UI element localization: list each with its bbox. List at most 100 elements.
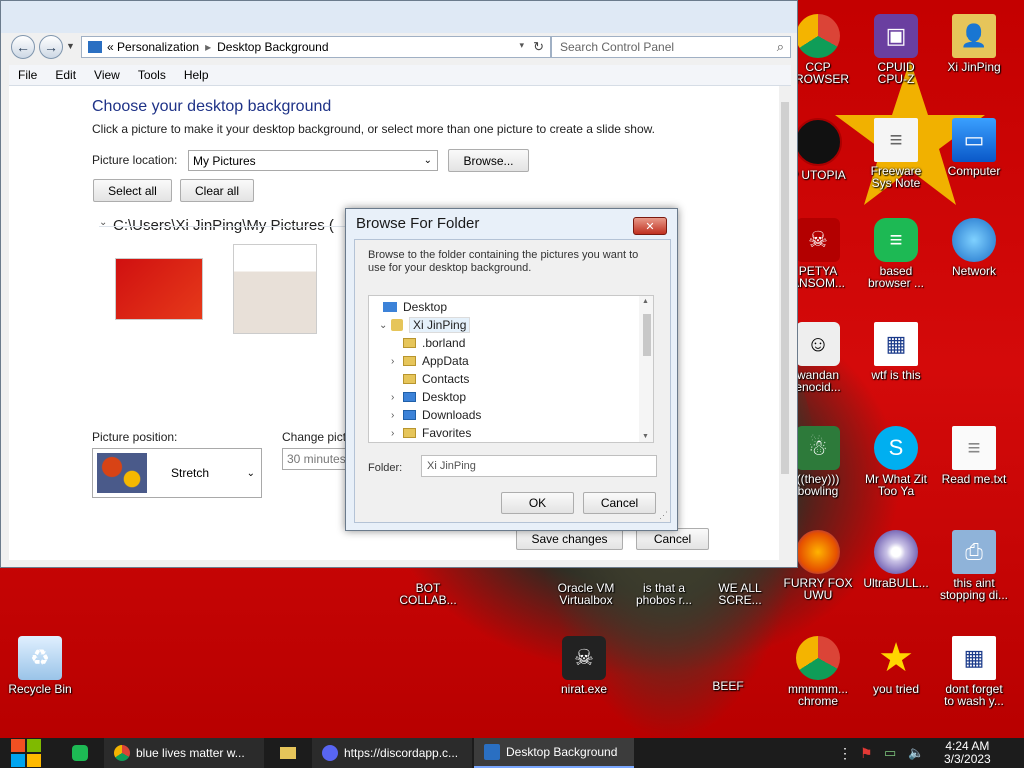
search-input[interactable]: Search Control Panel ⌕ [551, 36, 791, 58]
desktop-icon-based-browser[interactable]: ≡ based browser ... [858, 218, 934, 289]
meme-icon: ☺ [796, 322, 840, 366]
desktop-icon-phobos[interactable]: is that a phobos r... [626, 582, 702, 606]
taskbar-item-desktop-background[interactable]: Desktop Background [474, 738, 634, 768]
folder-icon [403, 428, 416, 438]
network-tray-icon[interactable]: ▭ [884, 738, 896, 768]
scroll-up-icon[interactable]: ▲ [642, 298, 649, 305]
chrome-icon [114, 745, 130, 761]
desktop-icon-label: BEEF [712, 679, 744, 693]
taskbar-app-green[interactable] [72, 738, 94, 768]
search-icon[interactable]: ⌕ [777, 39, 784, 55]
browse-button[interactable]: Browse... [448, 149, 529, 172]
resize-grip-icon[interactable]: ⋰ [659, 510, 668, 521]
menu-file[interactable]: File [9, 68, 46, 82]
save-changes-button[interactable]: Save changes [516, 528, 623, 550]
desktop-icon-computer[interactable]: ▭ Computer [936, 118, 1012, 177]
desktop-icon-virtualbox[interactable]: Oracle VM Virtualbox [548, 582, 624, 606]
tree-item-contacts[interactable]: Contacts [403, 370, 469, 388]
menu-help[interactable]: Help [175, 68, 218, 82]
flag-icon[interactable]: ⚑ [860, 738, 873, 768]
chevron-down-icon[interactable]: ⌄ [379, 320, 391, 331]
desktop-icon-freeware[interactable]: ≡ Freeware Sys Note [858, 118, 934, 189]
desktop-icon-beef[interactable]: BEEF [690, 680, 766, 692]
document-icon: ≡ [874, 118, 918, 162]
taskbar-item-browser[interactable]: blue lives matter w... [104, 738, 264, 768]
start-button[interactable] [10, 738, 42, 768]
desktop-icon-cpuz[interactable]: ▣ CPUID CPU-Z [858, 14, 934, 85]
menu-edit[interactable]: Edit [46, 68, 85, 82]
desktop-icon-chrome[interactable]: mmmmm... chrome [780, 636, 856, 707]
picture-location-select[interactable]: My Pictures ⌄ [188, 150, 438, 171]
desktop-icon-label: BOT COLLAB... [399, 581, 457, 607]
ok-button[interactable]: OK [501, 492, 574, 514]
cancel-button[interactable]: Cancel [636, 528, 709, 550]
based-browser-icon [72, 745, 88, 761]
folder-input[interactable]: Xi JinPing [421, 455, 657, 477]
scrollbar-thumb[interactable] [781, 102, 789, 474]
desktop-icon-readme[interactable]: ≡ Read me.txt [936, 426, 1012, 485]
tree-item-downloads[interactable]: › Downloads [391, 406, 481, 424]
arrow-right-icon: → [44, 39, 58, 55]
volume-icon[interactable]: 🔈 [908, 738, 924, 768]
tree-item-desktop[interactable]: Desktop [383, 298, 447, 316]
taskbar-item-discord[interactable]: https://discordapp.c... [312, 738, 472, 768]
tree-scrollbar[interactable]: ▲ ▼ [639, 296, 653, 442]
address-field[interactable]: « Personalization ▸ Desktop Background ▾… [81, 36, 551, 58]
desktop-icon-wtf[interactable]: ▦ wtf is this [858, 322, 934, 381]
dialog-close-button[interactable]: ✕ [633, 217, 667, 235]
forward-button[interactable]: → [39, 35, 63, 59]
desktop-icon-recycle-bin[interactable]: ♻ Recycle Bin [2, 636, 78, 695]
change-picture-select[interactable]: 30 minutes [282, 448, 352, 470]
picture-position-select[interactable]: Stretch ⌄ [92, 448, 262, 498]
recent-pages-chevron-icon[interactable]: ▼ [66, 41, 75, 51]
tree-item-label: Xi JinPing [409, 317, 471, 333]
browse-for-folder-dialog: Browse For Folder ✕ Browse to the folder… [345, 208, 678, 531]
desktop-icon-skype[interactable]: S Mr What Zit Too Ya [858, 426, 934, 497]
desktop-icon-you-tried[interactable]: ★ you tried [858, 636, 934, 695]
picture-position-value: Stretch [171, 466, 210, 480]
desktop-icon-installer[interactable]: ⎙ this aint stopping di... [936, 530, 1012, 601]
content-scrollbar[interactable] [779, 86, 791, 560]
desktop-icon-label: wtf is this [871, 368, 921, 382]
tree-item-favorites[interactable]: › Favorites [391, 424, 471, 442]
refresh-icon[interactable]: ↻ [533, 39, 544, 55]
chevron-right-icon[interactable]: › [391, 392, 403, 403]
taskbar: blue lives matter w... https://discordap… [0, 738, 1024, 768]
breadcrumb-desktop-background[interactable]: Desktop Background [217, 40, 328, 54]
desktop-icon-dont-forget[interactable]: ▦ dont forget to wash y... [936, 636, 1012, 707]
window-titlebar[interactable] [1, 1, 797, 33]
breadcrumb-personalization[interactable]: Personalization [117, 40, 199, 54]
tree-item-xi-jinping[interactable]: ⌄ Xi JinPing [369, 316, 471, 334]
skull-exe-icon: ☠ [562, 636, 606, 680]
menu-bar: File Edit View Tools Help [9, 65, 791, 85]
wallpaper-thumbnail-2[interactable] [233, 244, 317, 334]
tree-item-appdata[interactable]: › AppData [391, 352, 469, 370]
address-dropdown-icon[interactable]: ▾ [519, 40, 524, 51]
picture-location-label: Picture location: [92, 153, 178, 167]
dialog-cancel-button[interactable]: Cancel [583, 492, 656, 514]
menu-tools[interactable]: Tools [129, 68, 175, 82]
desktop-icon-bot-collab[interactable]: BOT COLLAB... [390, 582, 466, 606]
wallpaper-thumbnail-1[interactable] [115, 258, 203, 320]
chevron-right-icon[interactable]: › [391, 356, 403, 367]
desktop-icon-we-all-scream[interactable]: WE ALL SCRE... [702, 582, 778, 606]
chevron-right-icon[interactable]: › [391, 428, 403, 439]
back-button[interactable]: ← [11, 35, 35, 59]
desktop-icon-label: dont forget to wash y... [944, 682, 1004, 708]
select-all-button[interactable]: Select all [93, 179, 172, 202]
clock[interactable]: 4:24 AM 3/3/2023 [944, 738, 991, 768]
taskbar-explorer[interactable] [276, 738, 296, 768]
desktop-icon-nirat[interactable]: ☠ nirat.exe [546, 636, 622, 695]
tree-item-borland[interactable]: .borland [403, 334, 465, 352]
desktop-icon-xi-jinping[interactable]: 👤 Xi JinPing [936, 14, 1012, 73]
desktop-icon-network[interactable]: Network [936, 218, 1012, 277]
scroll-down-icon[interactable]: ▼ [642, 433, 649, 440]
desktop-icon-label: Computer [947, 164, 1001, 178]
chevron-right-icon[interactable]: › [391, 410, 403, 421]
tray-overflow-icon[interactable]: ⋮ [838, 738, 852, 768]
menu-view[interactable]: View [85, 68, 129, 82]
desktop-icon-ultrabull[interactable]: UltraBULL... [858, 530, 934, 589]
clear-all-button[interactable]: Clear all [180, 179, 254, 202]
tree-scrollbar-thumb[interactable] [643, 314, 651, 356]
tree-item-desktop-sub[interactable]: › Desktop [391, 388, 466, 406]
